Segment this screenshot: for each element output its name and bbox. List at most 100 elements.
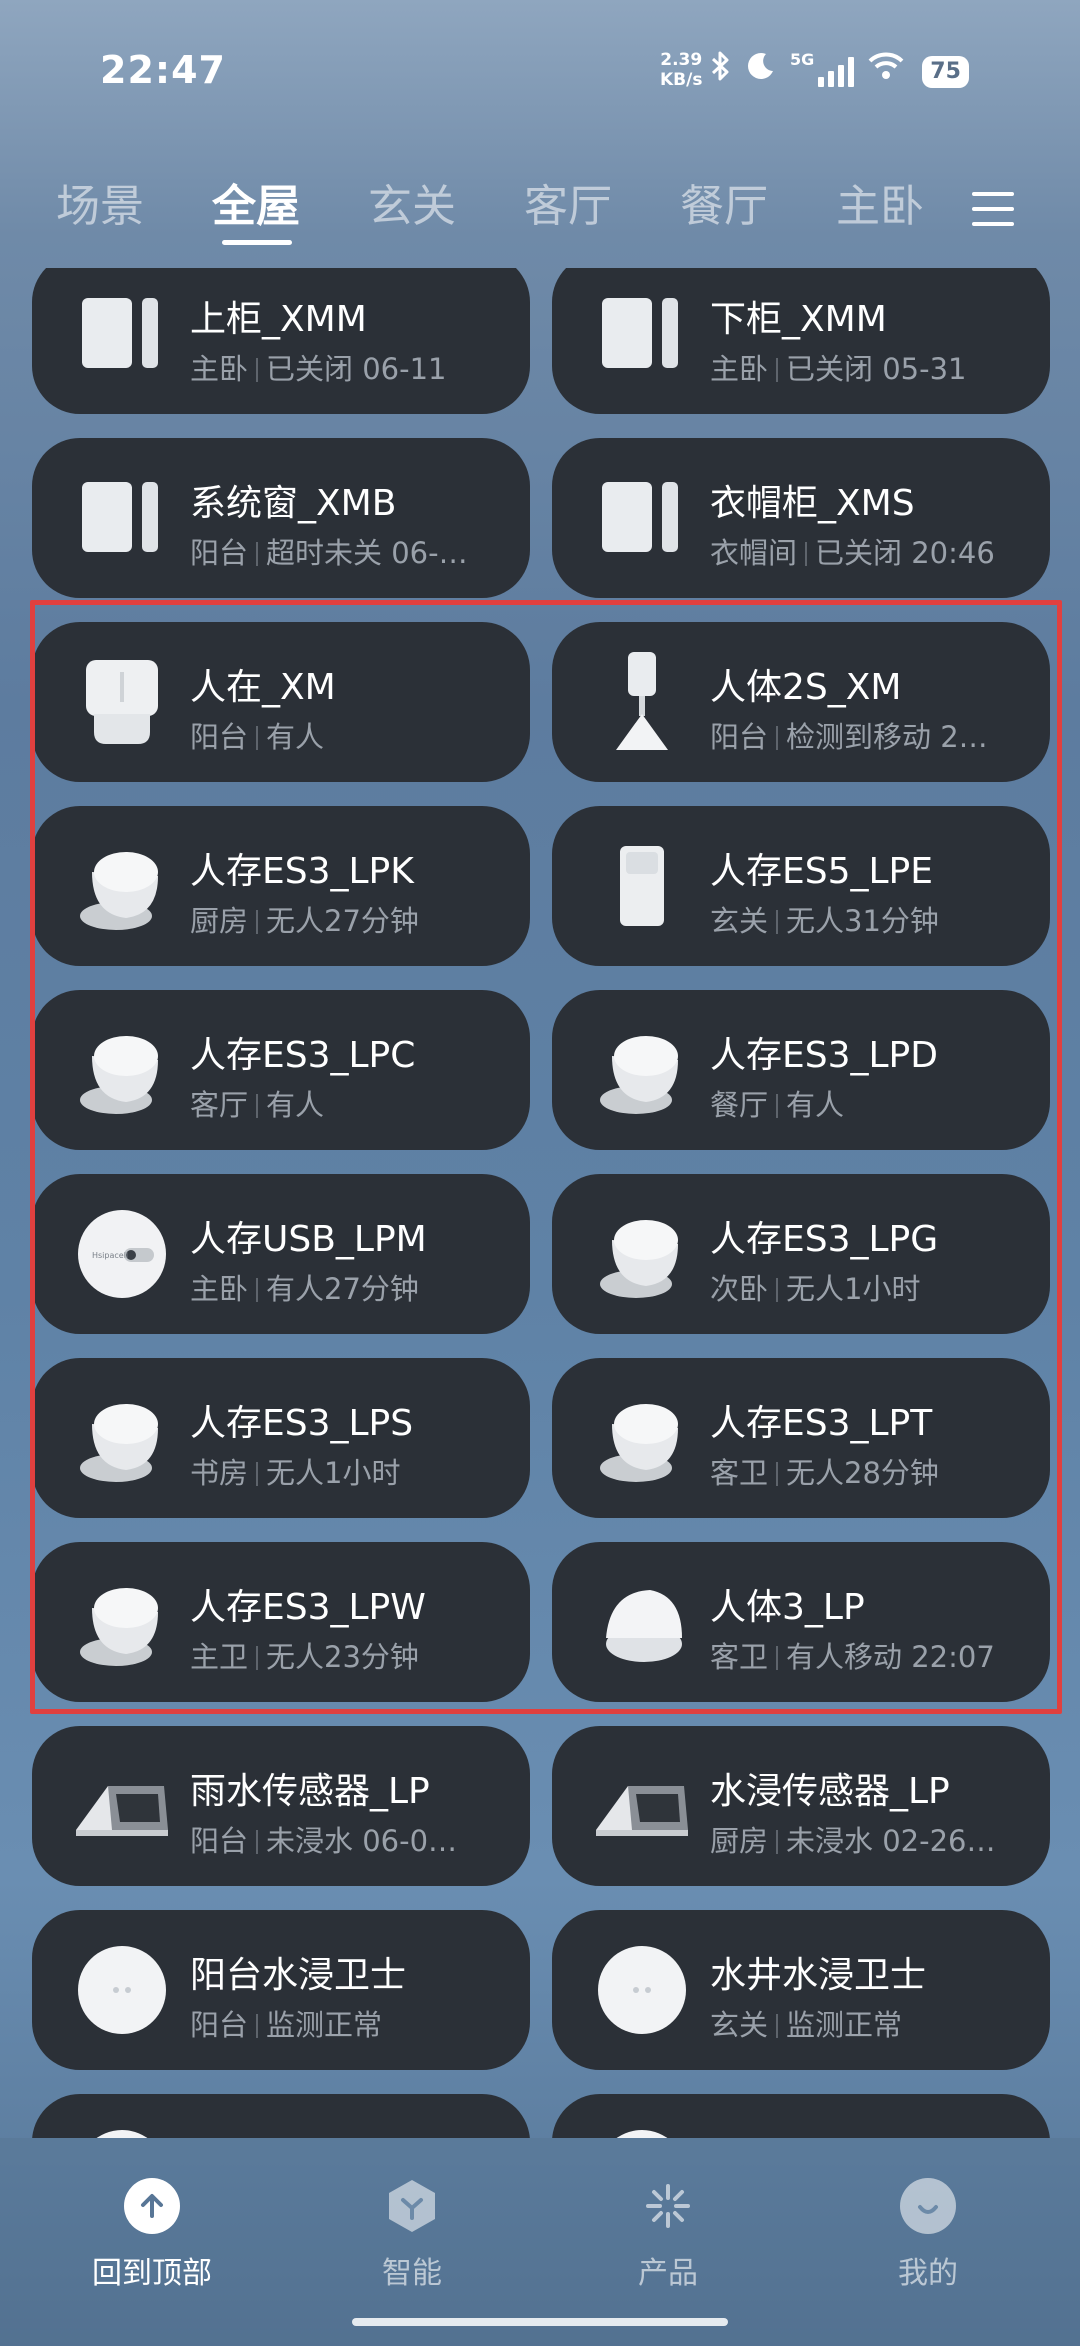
- device-status-line: 次卧 无人1小时: [710, 1266, 1030, 1308]
- device-name: 雨水传感器_LP: [190, 1771, 430, 1812]
- separator: [776, 358, 779, 382]
- arrow-up-icon: [124, 2178, 180, 2234]
- device-name: 人存ES3_LPK: [190, 851, 414, 892]
- device-room: 阳台: [190, 2008, 249, 2042]
- device-room: 主卧: [190, 352, 249, 386]
- device-status-line: 玄关 无人31分钟: [710, 898, 1030, 940]
- device-card[interactable]: 水井水浸卫士 玄关 监测正常: [552, 1910, 1050, 2070]
- device-state: 未浸水 02-26…: [786, 1824, 996, 1858]
- nav-label: 智能: [382, 2256, 442, 2291]
- presence-es3-icon: [72, 1020, 172, 1120]
- device-card[interactable]: 雨水传感器_LP 阳台 未浸水 06-0…: [32, 1726, 530, 1886]
- menu-icon[interactable]: [972, 192, 1014, 226]
- nav-label: 我的: [898, 2256, 958, 2291]
- device-card[interactable]: 人体2S_XM 阳台 检测到移动 2…: [552, 622, 1050, 782]
- device-status-line: 厨房 未浸水 02-26…: [710, 1818, 1030, 1860]
- separator: [256, 1462, 259, 1486]
- presence-es3-icon: [72, 1572, 172, 1672]
- separator: [256, 726, 259, 750]
- motion-sensor-stand-icon: [592, 652, 692, 752]
- smart-hex-icon: [384, 2178, 440, 2234]
- nav-products[interactable]: 产品: [568, 2178, 768, 2292]
- tab-entrance[interactable]: 玄关: [368, 170, 456, 234]
- room-tabs: 场景 全屋 玄关 客厅 餐厅 主卧: [0, 170, 1080, 250]
- device-room: 阳台: [190, 720, 249, 754]
- device-state: 无人23分钟: [266, 1640, 419, 1674]
- svg-text:Hsipacell: Hsipacell: [92, 1251, 128, 1260]
- device-state: 超时未关 06-…: [266, 536, 468, 570]
- device-card[interactable]: 人存ES3_LPK 厨房 无人27分钟: [32, 806, 530, 966]
- device-state: 监测正常: [786, 2008, 903, 2042]
- device-status-line: 阳台 未浸水 06-0…: [190, 1818, 510, 1860]
- water-leak-disc-icon: [72, 2124, 172, 2138]
- separator: [776, 1094, 779, 1118]
- device-card[interactable]: 人存ES3_LPD 餐厅 有人: [552, 990, 1050, 1150]
- tab-scene[interactable]: 场景: [56, 170, 144, 234]
- device-room: 书房: [190, 1456, 249, 1490]
- device-card[interactable]: 地漏水浸卫士: [32, 2094, 530, 2138]
- device-card[interactable]: Hsipacell 人存USB_LPM 主卧 有人27分钟: [32, 1174, 530, 1334]
- device-card[interactable]: 人存ES3_LPS 书房 无人1小时: [32, 1358, 530, 1518]
- device-room: 客卫: [710, 1640, 769, 1674]
- nav-me[interactable]: 我的: [828, 2178, 1028, 2292]
- device-name: 水池水浸卫士: [710, 2130, 926, 2138]
- tab-master-bedroom[interactable]: 主卧: [836, 170, 924, 234]
- device-room: 客厅: [190, 1088, 249, 1122]
- device-status-line: 主卫 无人23分钟: [190, 1634, 510, 1676]
- device-status-line: 阳台 监测正常: [190, 2002, 510, 2044]
- network-speed-unit: KB/s: [660, 70, 703, 90]
- device-room: 主卧: [710, 352, 769, 386]
- device-state: 未浸水 06-0…: [266, 1824, 458, 1858]
- device-status-line: 客卫 有人移动 22:07: [710, 1634, 1030, 1676]
- device-state: 监测正常: [266, 2008, 383, 2042]
- device-state: 无人31分钟: [786, 904, 939, 938]
- nav-back-to-top[interactable]: 回到顶部: [52, 2178, 252, 2292]
- device-state: 有人: [266, 720, 325, 754]
- separator: [256, 1830, 259, 1854]
- rain-sensor-icon: [72, 1756, 172, 1856]
- device-name: 人存ES3_LPG: [710, 1219, 939, 1260]
- device-card[interactable]: 上柜_XMM 主卧 已关闭 06-11: [32, 268, 530, 414]
- device-card[interactable]: 下柜_XMM 主卧 已关闭 05-31: [552, 268, 1050, 414]
- device-status-line: 阳台 超时未关 06-…: [190, 530, 510, 572]
- device-name: 人存ES3_LPS: [190, 1403, 414, 1444]
- device-card[interactable]: 人在_XM 阳台 有人: [32, 622, 530, 782]
- device-card[interactable]: 人存ES3_LPT 客卫 无人28分钟: [552, 1358, 1050, 1518]
- device-card[interactable]: 系统窗_XMB 阳台 超时未关 06-…: [32, 438, 530, 598]
- nav-smart[interactable]: 智能: [312, 2178, 512, 2292]
- status-icons: 5G 75: [710, 50, 969, 94]
- device-status-line: 主卧 有人27分钟: [190, 1266, 510, 1308]
- device-name: 人体3_LP: [710, 1587, 865, 1628]
- device-card[interactable]: 水浸传感器_LP 厨房 未浸水 02-26…: [552, 1726, 1050, 1886]
- device-state: 已关闭 06-11: [266, 352, 447, 386]
- device-card[interactable]: 人存ES3_LPC 客厅 有人: [32, 990, 530, 1150]
- separator: [776, 2014, 779, 2038]
- device-room: 主卧: [190, 1272, 249, 1306]
- separator: [776, 1278, 779, 1302]
- device-card[interactable]: 人存ES5_LPE 玄关 无人31分钟: [552, 806, 1050, 966]
- device-card[interactable]: 阳台水浸卫士 阳台 监测正常: [32, 1910, 530, 2070]
- device-room: 玄关: [710, 2008, 769, 2042]
- device-card[interactable]: 人存ES3_LPG 次卧 无人1小时: [552, 1174, 1050, 1334]
- tab-whole-house[interactable]: 全屋: [212, 170, 300, 234]
- presence-es3-icon: [592, 1388, 692, 1488]
- tab-living-room[interactable]: 客厅: [524, 170, 612, 234]
- device-card[interactable]: 人存ES3_LPW 主卫 无人23分钟: [32, 1542, 530, 1702]
- separator: [256, 1278, 259, 1302]
- smile-icon: [900, 2178, 956, 2234]
- device-card[interactable]: 水池水浸卫士: [552, 2094, 1050, 2138]
- device-status-line: 厨房 无人27分钟: [190, 898, 510, 940]
- device-room: 厨房: [190, 904, 249, 938]
- device-status-line: 玄关 监测正常: [710, 2002, 1030, 2044]
- device-room: 餐厅: [710, 1088, 769, 1122]
- separator: [776, 1462, 779, 1486]
- device-name: 人存ES3_LPC: [190, 1035, 416, 1076]
- tab-dining-room[interactable]: 餐厅: [680, 170, 768, 234]
- device-card[interactable]: 衣帽柜_XMS 衣帽间 已关闭 20:46: [552, 438, 1050, 598]
- separator: [776, 726, 779, 750]
- device-card[interactable]: 人体3_LP 客卫 有人移动 22:07: [552, 1542, 1050, 1702]
- device-list[interactable]: 上柜_XMM 主卧 已关闭 06-11 下柜_XMM 主卧 已关闭 05-31 系统窗_…: [0, 268, 1080, 2138]
- separator: [776, 1646, 779, 1670]
- device-room: 玄关: [710, 904, 769, 938]
- separator: [256, 358, 259, 382]
